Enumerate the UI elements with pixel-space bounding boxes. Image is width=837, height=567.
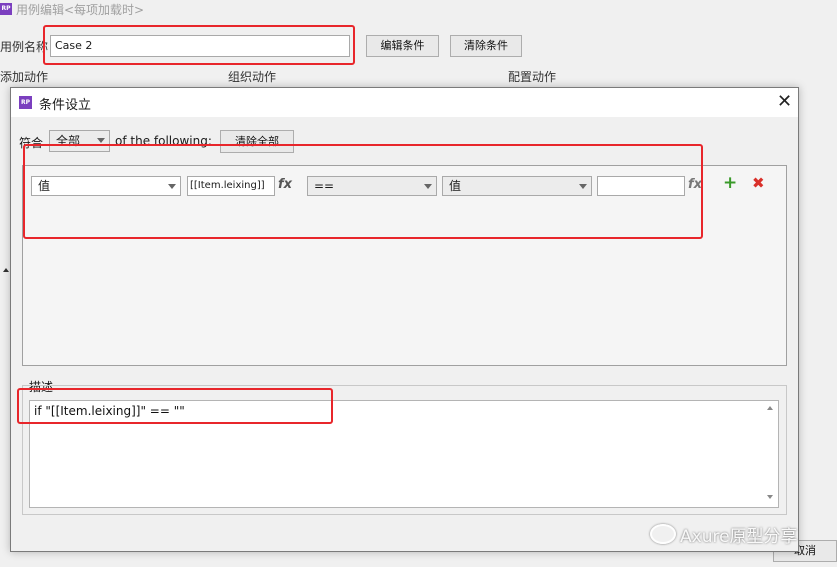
watermark-text: Axure原型分享 xyxy=(680,527,798,547)
app-logo-icon: RP xyxy=(0,3,12,15)
window-title: 用例编辑<每项加载时> xyxy=(16,3,145,17)
annotation-box-condition xyxy=(23,144,703,239)
dialog-titlebar xyxy=(11,88,798,117)
dialog-title: 条件设立 xyxy=(39,98,92,113)
scroll-down-icon[interactable] xyxy=(767,495,773,499)
clear-condition-button[interactable]: 清除条件 xyxy=(450,35,522,57)
add-condition-icon[interactable]: + xyxy=(723,175,737,192)
add-actions-heading: 添加动作 xyxy=(0,70,49,84)
chevron-down-icon xyxy=(97,138,105,143)
tree-expand-icon xyxy=(3,268,9,272)
remove-condition-icon[interactable]: ✖ xyxy=(752,175,765,192)
annotation-box-case-name xyxy=(43,25,355,65)
annotation-box-description xyxy=(17,388,333,424)
dialog-logo-icon: RP xyxy=(19,96,32,109)
organize-actions-heading: 组织动作 xyxy=(228,70,277,84)
scroll-up-icon[interactable] xyxy=(767,406,773,410)
edit-condition-button[interactable]: 编辑条件 xyxy=(366,35,439,57)
close-icon[interactable]: ✕ xyxy=(777,93,792,111)
case-name-label: 用例名称 xyxy=(0,40,49,54)
configure-actions-heading: 配置动作 xyxy=(508,70,557,84)
wechat-watermark-icon xyxy=(650,524,676,544)
